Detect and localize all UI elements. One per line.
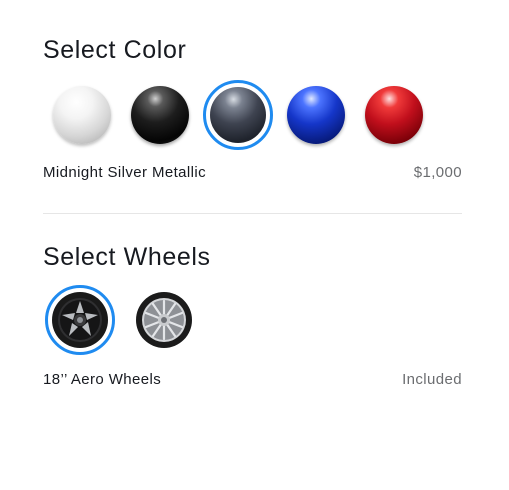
color-swatch-list: [47, 80, 437, 150]
aero-wheel-icon: [52, 292, 108, 348]
selected-wheel-info: 18’’ Aero Wheels Included: [43, 371, 462, 388]
wheel-option-list: [45, 285, 213, 355]
black-paint-swatch: [131, 86, 189, 144]
selected-color-info: Midnight Silver Metallic $1,000: [43, 164, 462, 181]
color-swatch-white[interactable]: [47, 80, 117, 150]
midnight-silver-paint-swatch: [210, 87, 266, 143]
section-divider: [43, 213, 462, 214]
color-swatch-red[interactable]: [359, 80, 429, 150]
vehicle-configurator: Select Color Midnight Silver Metallic $1…: [0, 0, 509, 490]
color-swatch-blue[interactable]: [281, 80, 351, 150]
color-swatch-black[interactable]: [125, 80, 195, 150]
wheel-option-sport[interactable]: [129, 285, 199, 355]
color-swatch-midnight-silver[interactable]: [203, 80, 273, 150]
sport-wheel-icon: [136, 292, 192, 348]
red-paint-swatch: [365, 86, 423, 144]
selected-color-name: Midnight Silver Metallic: [43, 164, 206, 181]
blue-paint-swatch: [287, 86, 345, 144]
selected-color-price: $1,000: [413, 164, 462, 181]
white-paint-swatch: [53, 86, 111, 144]
select-color-heading: Select Color: [43, 36, 187, 64]
selected-wheel-name: 18’’ Aero Wheels: [43, 371, 162, 388]
select-wheels-heading: Select Wheels: [43, 243, 211, 271]
selected-wheel-price: Included: [402, 371, 462, 388]
wheel-option-aero[interactable]: [45, 285, 115, 355]
